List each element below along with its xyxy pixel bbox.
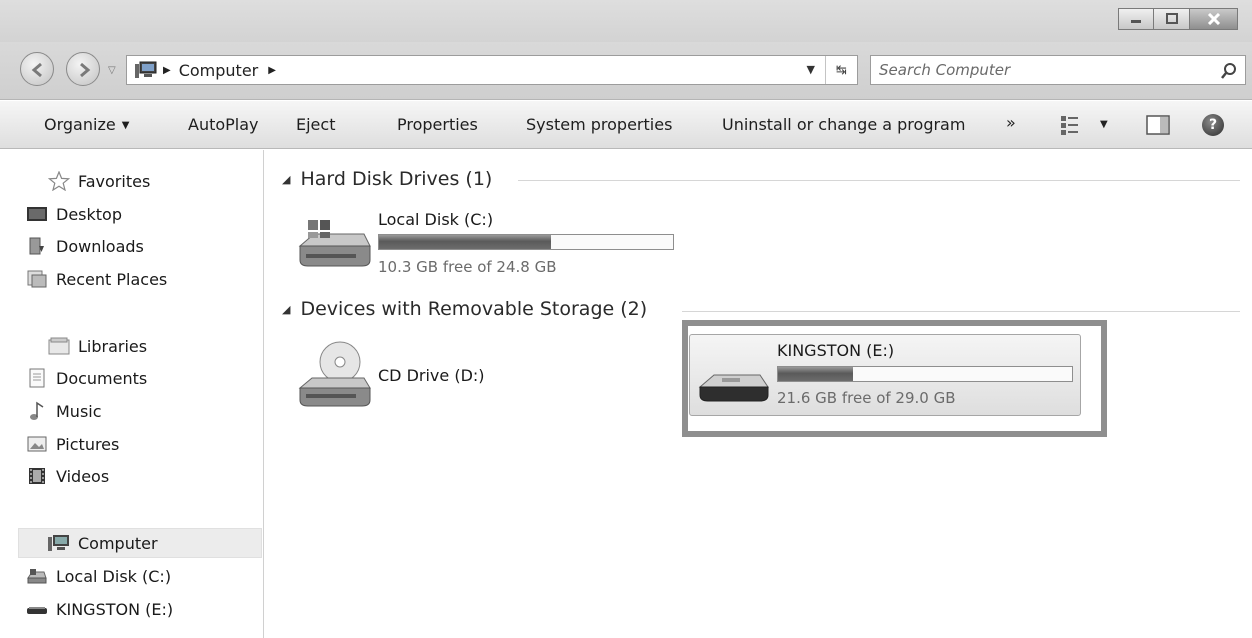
collapse-triangle-icon: ◢ bbox=[282, 172, 291, 186]
breadcrumb-chevron-icon[interactable]: ▶ bbox=[268, 65, 276, 76]
sidebar-item-label: Music bbox=[56, 401, 102, 421]
drive-usage-bar bbox=[378, 234, 674, 250]
autoplay-button[interactable]: AutoPlay bbox=[188, 115, 259, 134]
drive-free-space: 10.3 GB free of 24.8 GB bbox=[378, 258, 557, 276]
local-disk-icon bbox=[27, 569, 47, 584]
title-bar bbox=[0, 0, 1252, 42]
system-properties-button[interactable]: System properties bbox=[526, 115, 672, 134]
group-title: Hard Disk Drives (1) bbox=[300, 168, 493, 190]
help-icon[interactable]: ? bbox=[1202, 114, 1224, 136]
sidebar-item-label: Local Disk (C:) bbox=[56, 566, 172, 586]
sidebar-item-label: Libraries bbox=[78, 336, 148, 356]
pictures-icon bbox=[27, 436, 47, 452]
sidebar-item-label: Desktop bbox=[56, 204, 122, 224]
uninstall-program-button[interactable]: Uninstall or change a program bbox=[722, 115, 965, 134]
recent-pages-dropdown[interactable]: ▽ bbox=[108, 65, 116, 76]
sidebar-item-libraries[interactable]: Libraries bbox=[48, 331, 147, 361]
sidebar-item-downloads[interactable]: Downloads bbox=[29, 231, 144, 261]
star-icon bbox=[48, 171, 70, 191]
preview-pane-icon[interactable] bbox=[1146, 114, 1170, 136]
back-button[interactable] bbox=[20, 52, 54, 86]
sidebar-item-computer[interactable]: Computer bbox=[48, 528, 158, 558]
drive-tile-kingston-e[interactable]: KINGSTON (E:) 21.6 GB free of 29.0 GB bbox=[689, 334, 1081, 416]
sidebar-item-pictures[interactable]: Pictures bbox=[27, 429, 120, 459]
organize-dropdown-icon: ▼ bbox=[121, 120, 130, 131]
maximize-icon bbox=[1165, 13, 1178, 24]
computer-icon bbox=[135, 61, 157, 78]
minimize-icon bbox=[1131, 20, 1141, 23]
sidebar-item-label: Computer bbox=[78, 533, 158, 553]
videos-icon bbox=[29, 468, 45, 484]
breadcrumb-computer[interactable]: Computer bbox=[179, 61, 259, 80]
drive-tile-local-disk-c[interactable]: Local Disk (C:) 10.3 GB free of 24.8 GB bbox=[292, 206, 692, 282]
sidebar-item-label: Videos bbox=[56, 466, 110, 486]
forward-button[interactable] bbox=[66, 52, 100, 86]
desktop-icon bbox=[27, 207, 47, 221]
collapse-triangle-icon: ◢ bbox=[282, 302, 291, 316]
libraries-icon bbox=[48, 337, 70, 355]
sidebar-item-label: KINGSTON (E:) bbox=[56, 599, 174, 619]
documents-icon bbox=[29, 368, 45, 388]
minimize-button[interactable] bbox=[1118, 8, 1154, 30]
computer-icon bbox=[48, 535, 69, 551]
recent-places-icon bbox=[27, 270, 47, 288]
search-box bbox=[870, 55, 1246, 85]
search-icon[interactable] bbox=[1221, 62, 1237, 80]
address-history-dropdown-icon[interactable]: ▼ bbox=[807, 63, 815, 76]
drive-name: KINGSTON (E:) bbox=[777, 341, 895, 360]
sidebar-item-videos[interactable]: Videos bbox=[29, 461, 110, 491]
drive-name: CD Drive (D:) bbox=[378, 366, 485, 385]
breadcrumb-separator-icon[interactable]: ▶ bbox=[163, 65, 171, 76]
sidebar-item-desktop[interactable]: Desktop bbox=[27, 199, 122, 229]
more-commands-button[interactable]: » bbox=[1006, 113, 1016, 132]
view-options-dropdown-icon[interactable]: ▼ bbox=[1100, 119, 1108, 130]
drive-free-space: 21.6 GB free of 29.0 GB bbox=[777, 389, 956, 407]
group-divider bbox=[518, 180, 1240, 181]
drive-name: Local Disk (C:) bbox=[378, 210, 494, 229]
hard-disk-icon bbox=[298, 220, 371, 267]
close-button[interactable] bbox=[1190, 8, 1238, 30]
group-divider bbox=[682, 311, 1240, 312]
sidebar-item-kingston[interactable]: KINGSTON (E:) bbox=[27, 594, 174, 624]
window-controls bbox=[1118, 8, 1238, 30]
close-icon bbox=[1207, 13, 1220, 25]
sidebar-item-local-disk[interactable]: Local Disk (C:) bbox=[27, 561, 172, 591]
drive-usage-fill bbox=[379, 235, 551, 249]
downloads-icon bbox=[29, 237, 44, 255]
group-header-removable-storage[interactable]: ◢ Devices with Removable Storage (2) bbox=[282, 298, 647, 320]
search-input[interactable] bbox=[879, 60, 1199, 80]
navigation-row: ▽ ▶ Computer ▶ ▼ ↹ bbox=[0, 42, 1252, 100]
sidebar-item-favorites[interactable]: Favorites bbox=[48, 166, 150, 196]
organize-button[interactable]: Organize ▼ bbox=[44, 115, 129, 134]
change-view-icon[interactable] bbox=[1060, 114, 1080, 136]
drive-usage-bar bbox=[777, 366, 1073, 382]
cd-drive-icon bbox=[298, 341, 371, 407]
sidebar-item-label: Downloads bbox=[56, 236, 144, 256]
address-bar[interactable]: ▶ Computer ▶ ▼ ↹ bbox=[126, 55, 858, 85]
group-header-hard-disk-drives[interactable]: ◢ Hard Disk Drives (1) bbox=[282, 168, 492, 190]
usb-drive-icon bbox=[27, 607, 47, 614]
sidebar-item-label: Recent Places bbox=[56, 269, 168, 289]
sidebar-item-recent-places[interactable]: Recent Places bbox=[27, 264, 168, 294]
back-arrow-icon bbox=[31, 62, 42, 78]
refresh-button[interactable]: ↹ bbox=[825, 56, 857, 84]
usb-drive-icon bbox=[698, 374, 769, 402]
music-icon bbox=[30, 401, 44, 420]
forward-arrow-icon bbox=[80, 62, 91, 78]
sidebar-item-label: Documents bbox=[56, 368, 148, 388]
group-title: Devices with Removable Storage (2) bbox=[300, 298, 648, 320]
drive-tile-cd-drive-d[interactable]: CD Drive (D:) bbox=[292, 336, 592, 416]
sidebar-item-music[interactable]: Music bbox=[30, 396, 102, 426]
command-bar: Organize ▼ AutoPlay Eject Properties Syst… bbox=[0, 101, 1252, 149]
sidebar-item-label: Favorites bbox=[78, 171, 151, 191]
eject-button[interactable]: Eject bbox=[296, 115, 335, 134]
navigation-pane: Favorites Desktop Downloads Recent Place… bbox=[0, 150, 264, 638]
maximize-button[interactable] bbox=[1154, 8, 1190, 30]
drive-usage-fill bbox=[778, 367, 853, 381]
organize-label: Organize bbox=[44, 115, 116, 134]
sidebar-item-documents[interactable]: Documents bbox=[29, 363, 148, 393]
sidebar-item-label: Pictures bbox=[56, 434, 120, 454]
properties-button[interactable]: Properties bbox=[397, 115, 478, 134]
